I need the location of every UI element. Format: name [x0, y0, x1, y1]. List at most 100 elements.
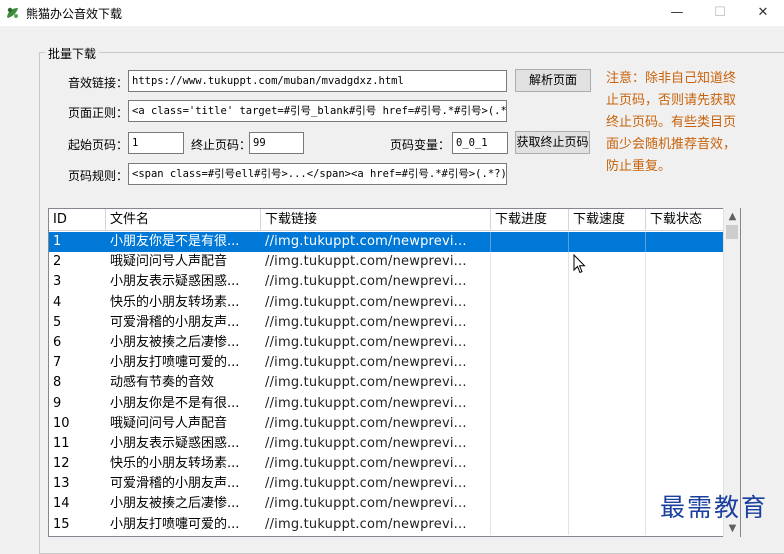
cell-filename: 小朋友表示疑惑困惑...	[110, 435, 240, 451]
cell-status	[646, 433, 724, 455]
cell-filename: 快乐的小朋友转场素...	[110, 294, 240, 310]
url-input[interactable]: https://www.tukuppt.com/muban/mvadgdxz.h…	[128, 70, 507, 92]
cell-status	[646, 292, 724, 313]
cell-speed	[569, 312, 646, 333]
cell-id: 13	[53, 476, 70, 492]
cell-id: 12	[53, 456, 70, 472]
table-row[interactable]: 2 哦疑问问号人声配音 //img.tukuppt.com/newprevi...	[49, 252, 724, 273]
col-link[interactable]: 下载链接	[261, 209, 491, 231]
table-row[interactable]: 10 哦疑问问号人声配音 //img.tukuppt.com/newprevi...	[49, 413, 724, 434]
table-row[interactable]: 15 小朋友打喷嚏可爱的... //img.tukuppt.com/newprevi…	[49, 514, 724, 535]
watermark-text: 最需教育	[660, 493, 769, 522]
cell-filename: 小朋友打喷嚏可爱的...	[110, 516, 240, 532]
window-title: 熊猫办公音效下载	[26, 7, 123, 21]
cell-filename: 快乐的小朋友转场素...	[110, 456, 240, 472]
maximize-button[interactable]: ☐	[697, 0, 743, 26]
cell-speed	[569, 353, 646, 374]
cell-progress	[491, 373, 569, 394]
cell-speed	[569, 494, 646, 515]
cell-filename: 小朋友你是不是有很...	[110, 395, 240, 411]
cell-progress	[491, 272, 569, 293]
cell-id: 15	[53, 516, 70, 532]
cell-id: 7	[53, 355, 62, 371]
col-speed[interactable]: 下载速度	[569, 209, 646, 231]
cell-link: //img.tukuppt.com/newprevi...	[261, 353, 491, 374]
cell-speed	[569, 393, 646, 414]
cell-progress	[491, 454, 569, 475]
table-row[interactable]: 8 动感有节奏的音效 //img.tukuppt.com/newprevi...	[49, 373, 724, 394]
start-page-input[interactable]: 1	[128, 132, 184, 154]
table-row[interactable]: 4 快乐的小朋友转场素... //img.tukuppt.com/newprevi.…	[49, 292, 724, 313]
cell-status	[646, 373, 724, 394]
start-page-label: 起始页码：	[68, 138, 129, 152]
cell-speed	[569, 373, 646, 394]
col-id[interactable]: ID	[49, 209, 106, 231]
group-label: 批量下载	[45, 45, 100, 62]
cell-filename: 小朋友被揍之后凄惨...	[110, 334, 240, 350]
page-var-label: 页码变量：	[390, 138, 451, 152]
cell-link: //img.tukuppt.com/newprevi...	[261, 393, 491, 414]
cell-filename: 小朋友打喷嚏可爱的...	[110, 355, 240, 371]
cell-speed	[569, 332, 646, 354]
page-rule-label: 页码规则：	[68, 169, 129, 183]
table-header: ID 文件名 下载链接 下载进度 下载速度 下载状态	[49, 209, 724, 231]
cell-link: //img.tukuppt.com/newprevi...	[261, 252, 491, 273]
panda-logo-icon	[7, 7, 18, 18]
cell-progress	[491, 252, 569, 273]
parse-page-button[interactable]: 解析页面	[515, 69, 591, 92]
table-row[interactable]: 5 可爱滑稽的小朋友声... //img.tukuppt.com/newprevi.…	[49, 312, 724, 333]
cell-id: 6	[53, 334, 62, 350]
table-row[interactable]: 13 可爱滑稽的小朋友声... //img.tukuppt.com/newprevi…	[49, 474, 724, 495]
cell-status	[646, 413, 724, 434]
cell-speed	[569, 454, 646, 475]
minimize-button[interactable]: —	[654, 0, 700, 26]
cell-status	[646, 272, 724, 293]
download-table[interactable]: ID 文件名 下载链接 下载进度 下载速度 下载状态 1 小朋友你是不是有很...…	[48, 208, 741, 537]
cell-progress	[491, 393, 569, 414]
table-row[interactable]: 6 小朋友被揍之后凄惨... //img.tukuppt.com/newprevi.…	[49, 332, 724, 354]
cell-id: 2	[53, 254, 62, 270]
cell-progress	[491, 514, 569, 535]
cell-link: //img.tukuppt.com/newprevi...	[261, 494, 491, 515]
regex-input[interactable]: <a class='title' target=#引号_blank#引号 hre…	[128, 100, 507, 122]
cell-link: //img.tukuppt.com/newprevi...	[261, 272, 491, 293]
page-rule-input[interactable]: <span class=#引号ell#引号>...</span><a href=…	[128, 163, 507, 185]
col-filename[interactable]: 文件名	[106, 209, 261, 231]
cell-filename: 动感有节奏的音效	[110, 375, 215, 391]
table-row[interactable]: 14 小朋友被揍之后凄惨... //img.tukuppt.com/newprevi…	[49, 494, 724, 515]
cell-link: //img.tukuppt.com/newprevi...	[261, 454, 491, 475]
table-row[interactable]: 3 小朋友表示疑惑困惑... //img.tukuppt.com/newprevi.…	[49, 272, 724, 293]
cell-filename: 小朋友表示疑惑困惑...	[110, 274, 240, 290]
mouse-cursor-icon	[573, 254, 586, 274]
cell-speed	[569, 474, 646, 495]
cell-link: //img.tukuppt.com/newprevi...	[261, 433, 491, 455]
table-row[interactable]: 11 小朋友表示疑惑困惑... //img.tukuppt.com/newprevi…	[49, 433, 724, 455]
end-page-label: 终止页码：	[191, 138, 252, 152]
close-button[interactable]: ✕	[740, 0, 784, 26]
col-progress[interactable]: 下载进度	[491, 209, 569, 231]
cell-id: 10	[53, 415, 70, 431]
cell-progress	[491, 353, 569, 374]
cell-link: //img.tukuppt.com/newprevi...	[261, 332, 491, 354]
table-row[interactable]: 1 小朋友你是不是有很...//img.tukuppt.com/newprevi.…	[49, 232, 724, 253]
scroll-up-icon[interactable]: ▲	[724, 208, 741, 225]
cell-progress	[491, 474, 569, 495]
cell-id: 3	[53, 274, 62, 290]
cell-id: 14	[53, 496, 70, 512]
col-status[interactable]: 下载状态	[646, 209, 724, 231]
title-bar: 熊猫办公音效下载 — ☐ ✕	[0, 0, 784, 26]
cell-speed	[569, 272, 646, 293]
cell-progress	[491, 413, 569, 434]
cell-progress	[491, 332, 569, 354]
cell-id: 11	[53, 435, 70, 451]
cell-speed	[569, 292, 646, 313]
table-row[interactable]: 7 小朋友打喷嚏可爱的... //img.tukuppt.com/newprevi.…	[49, 353, 724, 374]
page-var-input[interactable]: 0_0_1	[452, 132, 508, 154]
cell-status	[646, 312, 724, 333]
cell-status	[646, 454, 724, 475]
scroll-thumb[interactable]	[726, 225, 738, 239]
table-row[interactable]: 9 小朋友你是不是有很... //img.tukuppt.com/newprevi.…	[49, 393, 724, 414]
get-end-page-button[interactable]: 获取终止页码	[515, 131, 590, 154]
end-page-input[interactable]: 99	[249, 132, 304, 154]
table-row[interactable]: 12 快乐的小朋友转场素... //img.tukuppt.com/newprevi…	[49, 454, 724, 475]
